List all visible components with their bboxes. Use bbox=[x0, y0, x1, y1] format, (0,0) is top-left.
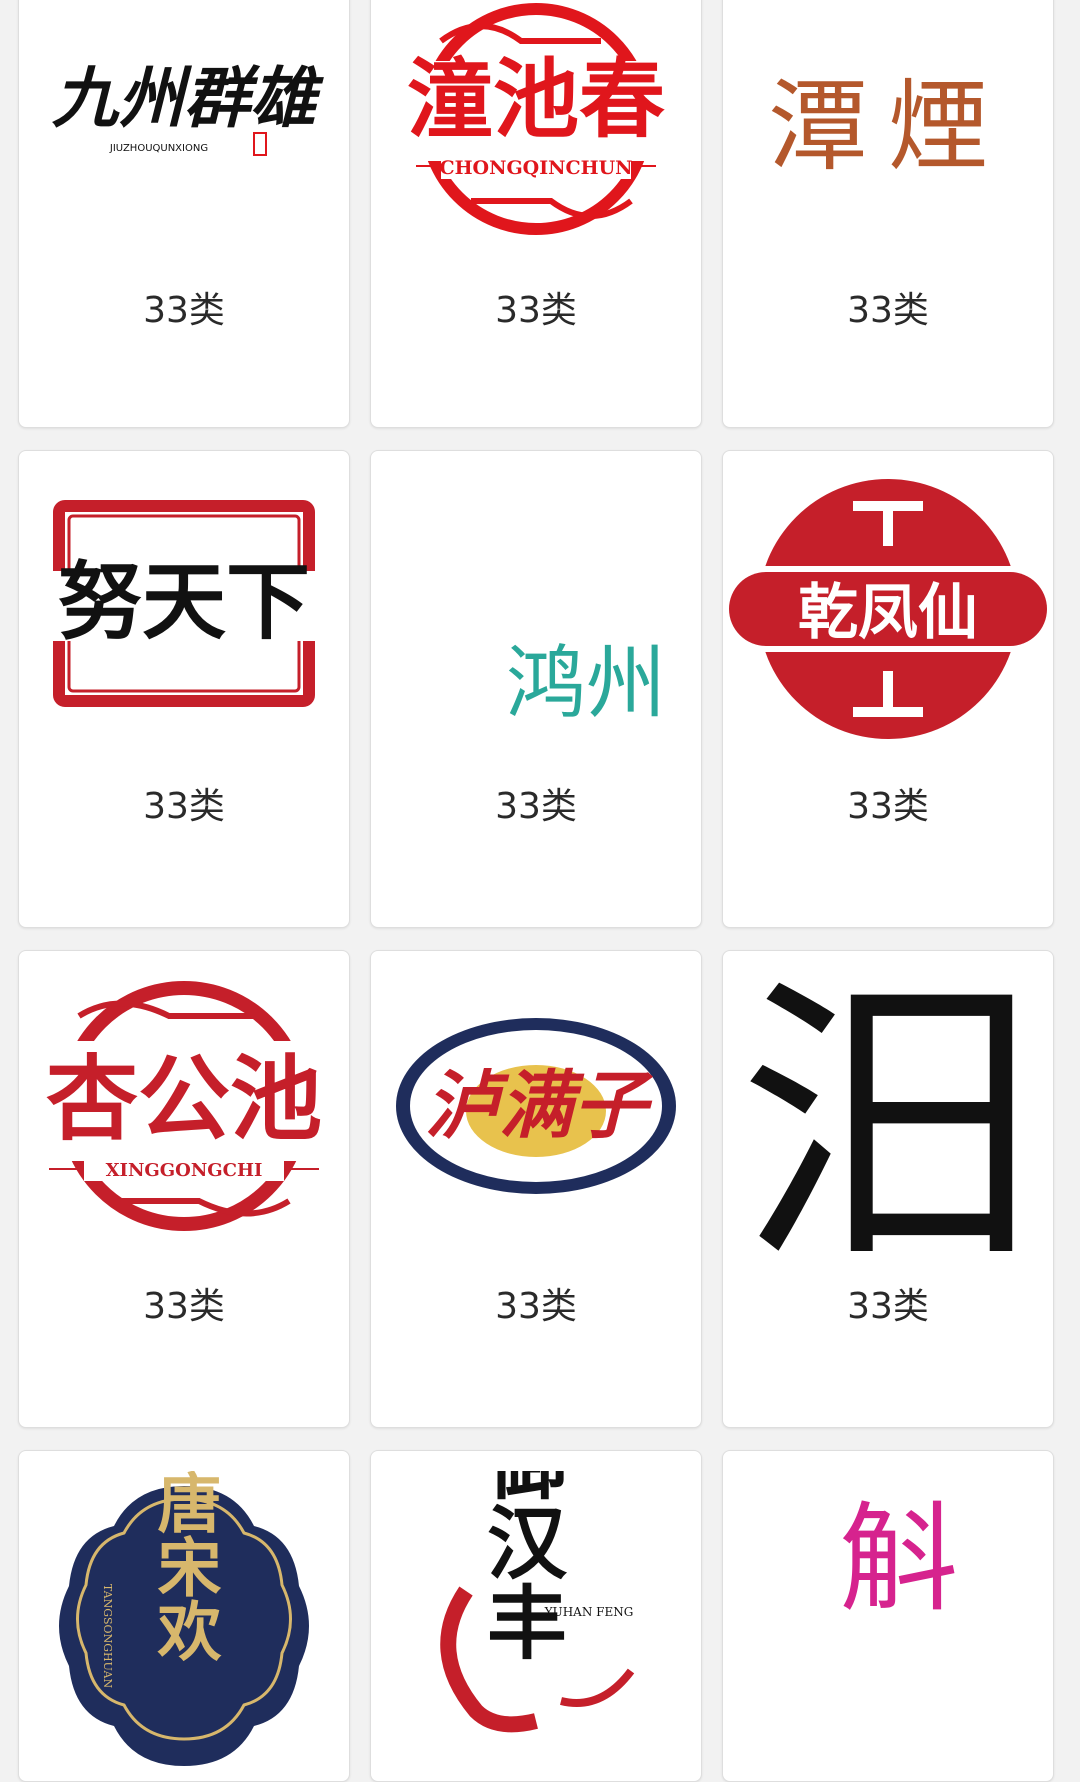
logo-subtitle: YUHAN FENG bbox=[544, 1605, 634, 1619]
logo-text: 汨 bbox=[738, 961, 1038, 1251]
class-label: 33类 bbox=[143, 290, 225, 331]
trademark-card[interactable]: 乾凤仙 33类 bbox=[722, 450, 1054, 928]
trademark-card[interactable]: 潼池春 CHONGQINCHUN 33类 bbox=[370, 0, 702, 428]
class-label: 33类 bbox=[495, 1286, 577, 1327]
trademark-logo: 九州群雄 JIUZHOUQUNXIONG bbox=[19, 1, 349, 241]
logo-text: 乾凤仙 bbox=[798, 578, 978, 648]
cloud-ornament bbox=[560, 1668, 635, 1707]
trademark-card[interactable]: 鸿州 33类 bbox=[370, 450, 702, 928]
trademark-logo: 努天下 bbox=[19, 471, 349, 741]
trademark-logo: 鸿州 bbox=[371, 471, 701, 741]
trademark-logo: 唐宋欢 TANGSONGHUAN bbox=[19, 1471, 349, 1781]
seal-stamp bbox=[253, 132, 267, 156]
logo-subtitle: CHONGQINCHUN bbox=[439, 157, 632, 179]
class-label: 33类 bbox=[495, 290, 577, 331]
trademark-logo: 潼池春 CHONGQINCHUN bbox=[371, 1, 701, 241]
trademark-logo: 杏公池 XINGGONGCHI bbox=[19, 971, 349, 1241]
trademark-logo: 乾凤仙 bbox=[723, 471, 1053, 741]
logo-motif bbox=[883, 671, 893, 716]
trademark-card[interactable]: 努天下 33类 bbox=[18, 450, 350, 928]
logo-subtitle: XINGGONGCHI bbox=[106, 1160, 263, 1181]
logo-text: 甚斛 bbox=[819, 1471, 957, 1634]
trademark-logo: 御汉丰 YUHAN FENG bbox=[371, 1471, 701, 1781]
trademark-card[interactable]: 甚斛 bbox=[722, 1450, 1054, 1782]
trademark-logo: 甚斛 bbox=[723, 1471, 1053, 1781]
logo-subtitle: TANGSONGHUAN bbox=[101, 1584, 114, 1689]
trademark-card[interactable]: 泸满子 33类 bbox=[370, 950, 702, 1428]
trademark-card[interactable]: 潭煙 33类 bbox=[722, 0, 1054, 428]
class-label: 33类 bbox=[847, 786, 929, 827]
logo-text: 潼池春 bbox=[407, 50, 665, 150]
trademark-card[interactable]: 唐宋欢 TANGSONGHUAN bbox=[18, 1450, 350, 1782]
trademark-logo: 泸满子 bbox=[371, 971, 701, 1241]
logo-text: 御汉丰 bbox=[474, 1471, 568, 1661]
class-label: 33类 bbox=[143, 1286, 225, 1327]
trademark-card[interactable]: 御汉丰 YUHAN FENG bbox=[370, 1450, 702, 1782]
trademark-logo: 汨 bbox=[723, 961, 1053, 1251]
logo-text: 九州群雄 bbox=[52, 59, 324, 137]
logo-text: 努天下 bbox=[58, 552, 310, 651]
trademark-grid: 九州群雄 JIUZHOUQUNXIONG 33类 潼池春 CHONGQINCHU… bbox=[0, 0, 1080, 1782]
logo-text: 潭煙 bbox=[768, 68, 1008, 185]
logo-text: 唐宋欢 bbox=[147, 1471, 223, 1662]
logo-text: 杏公池 bbox=[46, 1046, 322, 1153]
logo-text: 泸满子 bbox=[425, 1063, 653, 1149]
trademark-logo: 潭煙 bbox=[723, 1, 1053, 241]
trademark-card[interactable]: 九州群雄 JIUZHOUQUNXIONG 33类 bbox=[18, 0, 350, 428]
logo-motif bbox=[883, 501, 893, 546]
class-label: 33类 bbox=[847, 290, 929, 331]
logo-text: 鸿州 bbox=[506, 637, 666, 730]
trademark-card[interactable]: 汨 33类 bbox=[722, 950, 1054, 1428]
class-label: 33类 bbox=[495, 786, 577, 827]
class-label: 33类 bbox=[847, 1286, 929, 1327]
class-label: 33类 bbox=[143, 786, 225, 827]
logo-subtitle: JIUZHOUQUNXIONG bbox=[109, 143, 208, 154]
trademark-card[interactable]: 杏公池 XINGGONGCHI 33类 bbox=[18, 950, 350, 1428]
